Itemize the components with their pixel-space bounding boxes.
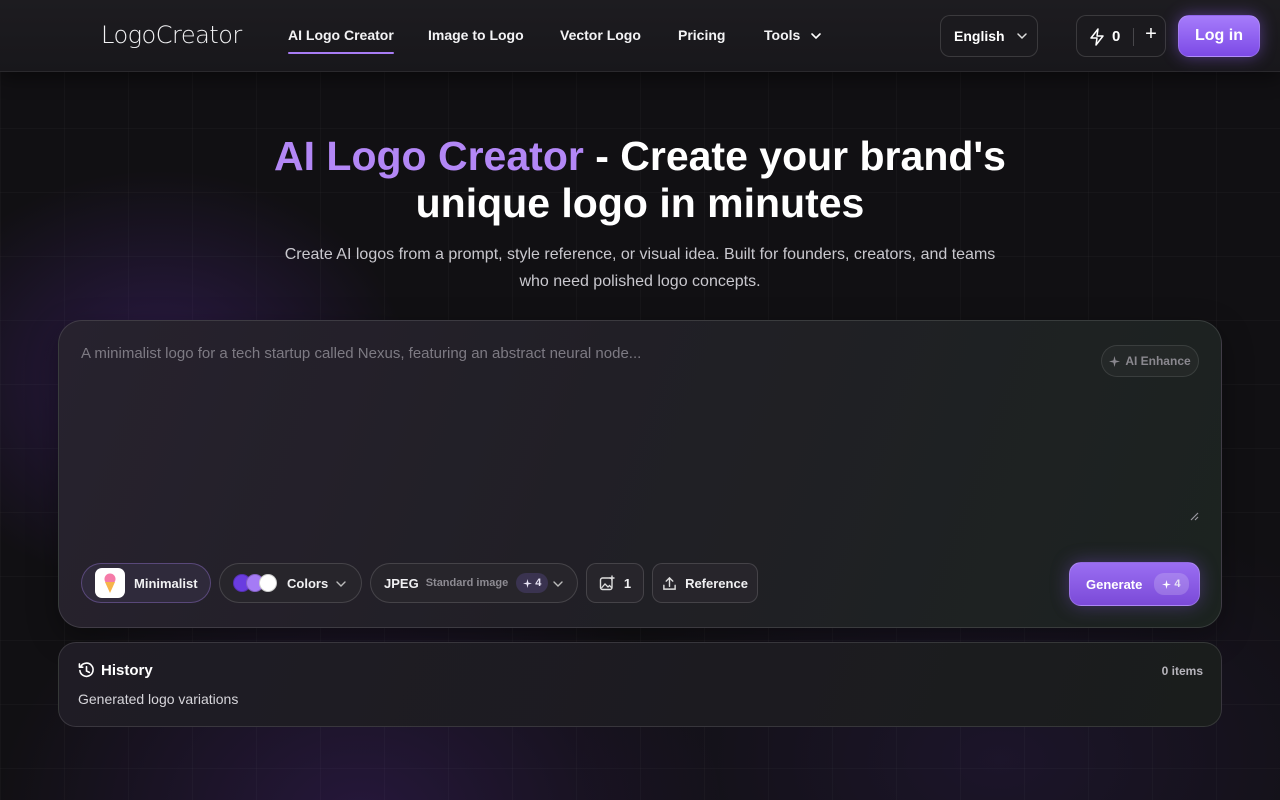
format-sublabel: Standard image — [425, 577, 509, 589]
nav-pricing[interactable]: Pricing — [678, 27, 725, 43]
color-swatch — [259, 574, 277, 592]
cost-badge: 4 — [516, 573, 549, 593]
ai-enhance-button[interactable]: AI Enhance — [1101, 345, 1199, 377]
login-button[interactable]: Log in — [1178, 15, 1260, 57]
nav-ai-logo-creator[interactable]: AI Logo Creator — [288, 27, 394, 54]
colors-chip[interactable]: Colors — [219, 563, 362, 603]
history-title: History — [101, 662, 153, 679]
language-select[interactable]: English — [940, 15, 1038, 57]
subtitle-line2: who need polished logo concepts. — [519, 273, 761, 290]
upload-icon — [663, 576, 676, 590]
sparkle-icon — [523, 578, 533, 588]
image-add-icon — [599, 575, 615, 591]
reference-upload-button[interactable]: Reference — [652, 563, 758, 603]
resize-handle-icon[interactable] — [1189, 511, 1199, 521]
generate-label: Generate — [1086, 576, 1143, 592]
generate-button[interactable]: Generate 4 — [1069, 562, 1200, 606]
reference-label: Reference — [685, 575, 748, 591]
history-subtitle: Generated logo variations — [78, 691, 239, 707]
title-rest: - Create your brand's — [583, 133, 1006, 179]
sparkle-icon — [1109, 355, 1121, 367]
generate-cost: 4 — [1174, 578, 1181, 590]
nav-image-to-logo[interactable]: Image to Logo — [428, 27, 524, 43]
history-panel: History Generated logo variations 0 item… — [58, 642, 1222, 727]
top-nav-bar: LogoCreator AI Logo Creator Image to Log… — [0, 0, 1280, 72]
format-label: JPEG — [384, 575, 419, 591]
chevron-down-icon — [811, 33, 821, 40]
nav-tools[interactable]: Tools — [764, 27, 822, 43]
image-count-button[interactable]: 1 — [586, 563, 644, 603]
add-credits-button[interactable]: + — [1139, 23, 1163, 49]
nav-vector-logo[interactable]: Vector Logo — [560, 27, 641, 43]
credits-widget: 0 + — [1076, 15, 1166, 57]
chevron-down-icon — [553, 581, 563, 587]
ai-enhance-label: AI Enhance — [1125, 354, 1191, 368]
subtitle-line1: Create AI logos from a prompt, style ref… — [284, 246, 996, 263]
page-subtitle: Create AI logos from a prompt, style ref… — [270, 241, 1010, 295]
style-label: Minimalist — [134, 575, 198, 591]
style-chip[interactable]: Minimalist — [81, 563, 211, 603]
ice-cream-icon — [95, 568, 125, 598]
colors-label: Colors — [287, 575, 329, 591]
history-count: 0 items — [1161, 664, 1203, 678]
title-line2: unique logo in minutes — [415, 180, 865, 226]
page-title: AI Logo Creator - Create your brand's un… — [190, 133, 1090, 227]
image-count: 1 — [623, 575, 632, 591]
format-select[interactable]: JPEG Standard image 4 — [370, 563, 578, 603]
history-icon — [78, 662, 94, 678]
prompt-input[interactable] — [81, 345, 1081, 545]
title-accent: AI Logo Creator — [274, 133, 584, 179]
credits-count: 0 — [1112, 28, 1121, 45]
language-label: English — [954, 28, 1005, 44]
lightning-icon — [1090, 28, 1104, 46]
logo[interactable]: LogoCreator — [101, 21, 242, 49]
generate-cost-badge: 4 — [1154, 573, 1189, 595]
cost-value: 4 — [535, 577, 542, 589]
chevron-down-icon — [336, 581, 346, 587]
sparkle-icon — [1162, 579, 1172, 589]
nav-tools-label: Tools — [764, 27, 801, 43]
color-swatches — [233, 574, 281, 592]
prompt-card: AI Enhance Minimalist Colors JPEG Standa… — [58, 320, 1222, 628]
chevron-down-icon — [1017, 33, 1027, 40]
credits-divider — [1133, 28, 1134, 46]
